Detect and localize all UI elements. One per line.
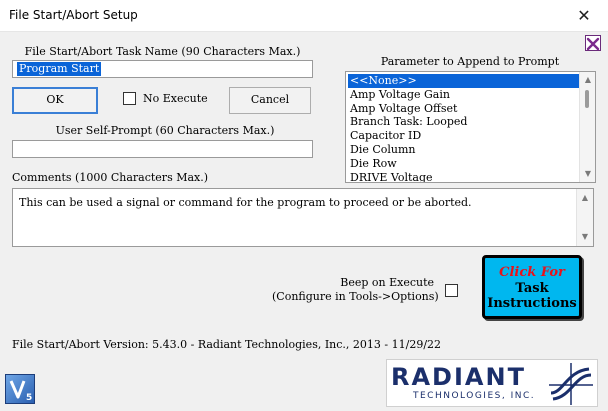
- parameter-item[interactable]: Amp Voltage Gain: [348, 88, 579, 102]
- beep-checkbox[interactable]: [445, 284, 458, 297]
- beep-sublabel: (Configure in Tools->Options): [272, 290, 439, 303]
- cancel-button[interactable]: Cancel: [229, 87, 311, 114]
- click-for-label: Click For: [499, 265, 565, 280]
- beep-label: Beep on Execute: [340, 276, 434, 289]
- self-prompt-field[interactable]: [12, 140, 313, 158]
- parameter-item[interactable]: Die Row: [348, 157, 579, 171]
- no-execute-label: No Execute: [143, 92, 208, 105]
- window-title: File Start/Abort Setup: [9, 8, 138, 22]
- no-execute-checkbox[interactable]: [123, 92, 136, 105]
- parameter-item-none[interactable]: <<None>>: [348, 74, 579, 88]
- comments-value: This can be used a signal or command for…: [19, 196, 472, 209]
- parameter-item[interactable]: Capacitor ID: [348, 129, 579, 143]
- self-prompt-label: User Self-Prompt (60 Characters Max.): [55, 124, 275, 137]
- task-name-label: File Start/Abort Task Name (90 Character…: [24, 45, 301, 58]
- parameter-item[interactable]: Amp Voltage Offset: [348, 102, 579, 116]
- svg-text:5: 5: [26, 393, 32, 403]
- close-window-button[interactable]: ✕: [566, 4, 602, 28]
- comments-label: Comments (1000 Characters Max.): [12, 171, 209, 184]
- logo-hysteresis-icon: [549, 363, 593, 405]
- parameter-scrollbar[interactable]: ▲ ▼: [579, 72, 595, 182]
- comments-textarea[interactable]: This can be used a signal or command for…: [12, 188, 594, 247]
- scroll-up-arrow-icon[interactable]: ▲: [580, 73, 595, 87]
- task-name-field[interactable]: Program Start: [12, 60, 313, 78]
- instructions-label: Instructions: [487, 296, 577, 311]
- logo-subtitle: TECHNOLOGIES, INC.: [413, 391, 536, 401]
- ok-button[interactable]: OK: [12, 87, 98, 114]
- parameter-item[interactable]: DRIVE Voltage: [348, 171, 579, 182]
- close-x-icon[interactable]: [585, 35, 601, 51]
- parameter-listbox[interactable]: <<None>> Amp Voltage Gain Amp Voltage Of…: [345, 71, 596, 183]
- scroll-down-arrow-icon[interactable]: ▼: [577, 230, 593, 244]
- title-bar: File Start/Abort Setup ✕: [0, 0, 608, 32]
- task-instructions-button[interactable]: Click For Task Instructions: [482, 255, 582, 319]
- parameter-list-label: Parameter to Append to Prompt: [380, 55, 560, 68]
- comments-scrollbar[interactable]: ▲ ▼: [576, 189, 593, 246]
- logo-word: RADIANT: [391, 363, 526, 391]
- version-text: File Start/Abort Version: 5.43.0 - Radia…: [12, 338, 442, 351]
- task-label: Task: [515, 281, 549, 296]
- radiant-logo: RADIANT TECHNOLOGIES, INC.: [386, 359, 598, 407]
- parameter-item[interactable]: Die Column: [348, 143, 579, 157]
- vision-v5-icon: 5: [5, 374, 35, 404]
- scroll-up-arrow-icon[interactable]: ▲: [577, 191, 593, 205]
- scroll-thumb[interactable]: [585, 90, 589, 108]
- parameter-item[interactable]: Branch Task: Looped: [348, 115, 579, 129]
- task-name-value: Program Start: [17, 62, 102, 76]
- scroll-down-arrow-icon[interactable]: ▼: [580, 167, 595, 181]
